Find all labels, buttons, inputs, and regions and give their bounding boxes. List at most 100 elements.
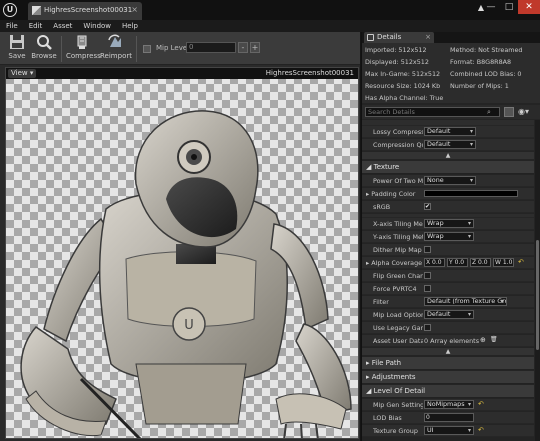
save-button[interactable]: Save xyxy=(5,34,29,64)
property-label: ▸ Alpha Coverage Th xyxy=(366,259,423,267)
mip-level-decrease-button[interactable]: - xyxy=(238,42,248,53)
property-label: Compression Quali xyxy=(373,141,423,149)
reset-to-default-icon[interactable]: ↶ xyxy=(518,258,524,266)
browse-label: Browse xyxy=(31,52,57,60)
scrollbar-thumb[interactable] xyxy=(536,240,539,350)
info-max-in-game: Max In-Game: 512x512 xyxy=(365,70,441,78)
menu-file[interactable]: File xyxy=(6,20,18,32)
lod-bias-input[interactable]: 0 xyxy=(424,413,474,422)
property-label: Flip Green Channel xyxy=(373,272,423,280)
property-label: Y-axis Tiling Metho xyxy=(373,233,423,241)
property-row-power-of-two: Power Of Two Mod None xyxy=(362,175,534,187)
lossy-compression-dropdown[interactable]: Default xyxy=(424,127,476,136)
add-element-icon[interactable]: ⊕ xyxy=(480,336,486,344)
minimize-button[interactable]: — xyxy=(482,0,500,14)
browse-button[interactable]: Browse xyxy=(31,34,57,64)
toolbar-divider xyxy=(136,36,137,62)
close-tab-icon[interactable]: × xyxy=(425,33,431,41)
save-icon xyxy=(10,35,24,49)
unreal-logo-icon[interactable]: U xyxy=(3,3,17,17)
category-level-of-detail[interactable]: ◢ Level Of Detail xyxy=(362,385,534,398)
property-label: Mip Load Options xyxy=(373,311,423,319)
menu-help[interactable]: Help xyxy=(122,20,138,32)
info-format: Format: B8G8R8A8 xyxy=(450,58,512,66)
mip-load-options-dropdown[interactable]: Default xyxy=(424,310,474,319)
property-row-mip-load-options: Mip Load Options Default xyxy=(362,309,534,321)
details-tab-label: Details xyxy=(377,33,402,41)
info-displayed: Displayed: 512x512 xyxy=(365,58,429,66)
title-bar: U HighresScreenshot00031 × ▲ — □ ✕ xyxy=(0,0,540,20)
compression-quality-dropdown[interactable]: Default xyxy=(424,140,476,149)
force-pvrtc4-checkbox[interactable] xyxy=(424,285,431,292)
category-texture[interactable]: ◢ Texture xyxy=(362,161,534,174)
details-scrollbar[interactable] xyxy=(535,120,540,441)
magnifier-icon xyxy=(37,35,52,50)
srgb-checkbox[interactable]: ✔ xyxy=(424,203,431,210)
texture-info: Imported: 512x512 Displayed: 512x512 Max… xyxy=(362,43,540,103)
maximize-button[interactable]: □ xyxy=(500,0,518,14)
reimport-icon xyxy=(108,34,121,47)
power-of-two-dropdown[interactable]: None xyxy=(424,176,476,185)
info-combined-lod: Combined LOD Bias: 0 xyxy=(450,70,522,78)
advanced-collapse-button[interactable]: ▲ xyxy=(362,348,534,355)
reset-to-default-icon[interactable]: ↶ xyxy=(478,426,484,434)
menu-window[interactable]: Window xyxy=(83,20,111,32)
delete-elements-icon[interactable]: 🗑 xyxy=(490,336,498,343)
property-label: LOD Bias xyxy=(373,414,402,422)
svg-text:U: U xyxy=(184,318,194,333)
document-tab-label: HighresScreenshot00031 xyxy=(44,6,133,14)
mip-level-checkbox[interactable] xyxy=(143,45,151,53)
category-label: ▸ File Path xyxy=(366,359,402,367)
search-details-input[interactable]: Search Details xyxy=(365,107,500,117)
property-row-lod-bias: LOD Bias 0 xyxy=(362,412,534,424)
property-row-asset-user-data: Asset User Data 0 Array elements ⊕ 🗑 xyxy=(362,335,534,347)
close-window-button[interactable]: ✕ xyxy=(518,0,540,14)
reimport-button[interactable]: Reimport xyxy=(100,34,132,64)
mip-level-input[interactable]: 0 xyxy=(186,42,236,53)
filter-dropdown[interactable]: Default (from Texture Group) xyxy=(424,297,507,306)
alpha-coverage-x-field[interactable]: X 0.0 xyxy=(424,258,445,267)
y-tiling-dropdown[interactable]: Wrap xyxy=(424,232,474,241)
x-tiling-dropdown[interactable]: Wrap xyxy=(424,219,474,228)
alpha-coverage-y-field[interactable]: Y 0.0 xyxy=(447,258,468,267)
close-tab-icon[interactable]: × xyxy=(131,5,138,14)
property-label: Filter xyxy=(373,298,389,306)
alpha-coverage-w-field[interactable]: W 1.0 xyxy=(493,258,514,267)
asset-user-data-count: 0 Array elements xyxy=(424,337,480,345)
compress-label: Compress xyxy=(66,52,101,60)
menu-edit[interactable]: Edit xyxy=(29,20,43,32)
category-adjustments[interactable]: ▸ Adjustments xyxy=(362,371,534,384)
dither-mip-alpha-checkbox[interactable] xyxy=(424,246,431,253)
view-menu-button[interactable]: View ▾ xyxy=(8,69,37,78)
property-matrix-button[interactable] xyxy=(504,107,514,117)
view-options-eye-icon[interactable]: ◉▾ xyxy=(518,107,529,116)
advanced-collapse-button[interactable]: ▲ xyxy=(362,152,534,159)
reset-to-default-icon[interactable]: ↶ xyxy=(478,400,484,408)
details-search-row: Search Details ⌕ ◉▾ xyxy=(362,105,540,119)
texture-viewport[interactable]: View ▾ HighresScreenshot00031 U xyxy=(5,67,359,439)
padding-color-swatch[interactable] xyxy=(424,190,518,197)
texture-editor-main: Save Browse Compress Reimport Mip Level:… xyxy=(0,32,360,441)
legacy-gamma-checkbox[interactable] xyxy=(424,324,431,331)
property-label: sRGB xyxy=(373,203,391,211)
property-row-lossy-compression: Lossy Compressio Default xyxy=(362,126,534,138)
texture-preview-image: U xyxy=(20,110,352,438)
mip-level-increase-button[interactable]: + xyxy=(250,42,260,53)
alpha-coverage-z-field[interactable]: Z 0.0 xyxy=(470,258,491,267)
search-icon: ⌕ xyxy=(487,108,491,116)
flip-green-checkbox[interactable] xyxy=(424,272,431,279)
compress-button[interactable]: Compress xyxy=(66,34,101,64)
property-row-filter: Filter Default (from Texture Group) xyxy=(362,296,534,308)
texture-group-dropdown[interactable]: UI xyxy=(424,426,474,435)
details-panel: Details × Imported: 512x512 Displayed: 5… xyxy=(361,32,540,441)
mip-gen-settings-dropdown[interactable]: NoMipmaps xyxy=(424,400,474,409)
menu-asset[interactable]: Asset xyxy=(53,20,72,32)
property-row-force-pvrtc4: Force PVRTC4 xyxy=(362,283,534,295)
property-label: Mip Gen Settings xyxy=(373,401,423,409)
category-file-path[interactable]: ▸ File Path xyxy=(362,357,534,370)
toolbar: Save Browse Compress Reimport Mip Level:… xyxy=(0,32,360,65)
details-tab[interactable]: Details × xyxy=(364,32,434,43)
save-label: Save xyxy=(8,52,26,60)
property-row-texture-group: Texture Group UI ↶ xyxy=(362,425,534,437)
document-tab[interactable]: HighresScreenshot00031 × xyxy=(28,2,142,20)
